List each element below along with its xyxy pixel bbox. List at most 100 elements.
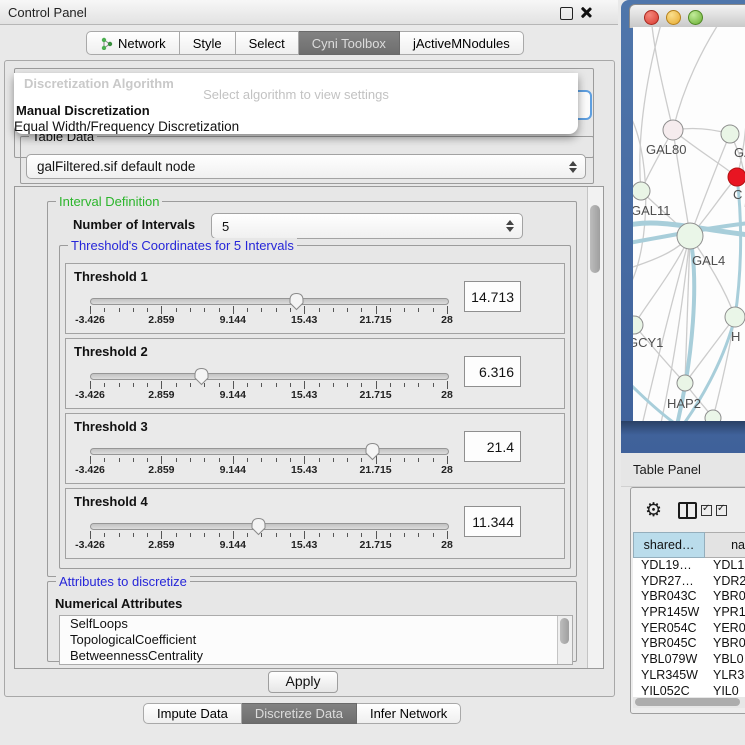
slider-tick — [90, 306, 91, 314]
table-body[interactable]: YDL19…YDL1YDR27…YDR2YBR043CYBR0YPR145WYP… — [633, 558, 745, 697]
column-header-name[interactable]: na — [705, 532, 745, 558]
slider-tick — [433, 383, 434, 387]
slider-tick-label: 15.43 — [291, 464, 317, 476]
gear-icon[interactable]: ⚙ — [645, 499, 662, 521]
network-node[interactable] — [705, 410, 721, 421]
slider-tick — [219, 308, 220, 312]
table-row[interactable]: YBR043CYBR0 — [633, 589, 745, 605]
slider-tick — [247, 383, 248, 387]
slider-tick — [304, 456, 305, 464]
settings-scrollbar[interactable] — [587, 187, 603, 668]
network-node[interactable] — [721, 125, 739, 143]
slider-tick — [219, 533, 220, 537]
slider-tick — [233, 306, 234, 314]
slider-tick — [390, 308, 391, 312]
checkbox-icon[interactable] — [716, 505, 727, 516]
table-row[interactable]: YBL079WYBL0 — [633, 652, 745, 668]
slider-thumb[interactable] — [250, 517, 267, 536]
network-node[interactable] — [633, 182, 650, 200]
network-node[interactable] — [728, 168, 745, 186]
slider-tick — [147, 308, 148, 312]
threshold-value-box[interactable]: 11.344 — [464, 506, 521, 537]
table-row[interactable]: YER054CYER0 — [633, 621, 745, 637]
apply-button[interactable]: Apply — [268, 671, 338, 693]
network-node[interactable] — [633, 316, 643, 334]
table-data-combobox[interactable]: galFiltered.sif default node — [26, 154, 586, 179]
dropdown-option-equal-width[interactable]: Equal Width/Frequency Discretization — [14, 119, 239, 134]
slider-tick — [390, 458, 391, 462]
threshold-value-box[interactable]: 14.713 — [464, 281, 521, 312]
threshold-value-box[interactable]: 21.4 — [464, 431, 521, 462]
slider-tick — [276, 533, 277, 537]
table-row[interactable]: YPR145WYPR1 — [633, 605, 745, 621]
slider-tick — [290, 383, 291, 387]
slider-tick — [204, 458, 205, 462]
slider-tick — [376, 381, 377, 389]
attribute-item[interactable]: SelfLoops — [70, 616, 572, 632]
slider-tick — [233, 531, 234, 539]
slider-tick — [333, 308, 334, 312]
slider-tick — [319, 458, 320, 462]
network-node[interactable] — [725, 307, 745, 327]
slider-tick-label: -3.426 — [75, 539, 105, 551]
tab-jactivemnodules[interactable]: jActiveMNodules — [400, 31, 524, 55]
tab-impute-data[interactable]: Impute Data — [143, 703, 242, 724]
attributes-scrollbar[interactable] — [557, 616, 572, 664]
combo-stepper-icon — [568, 161, 577, 173]
slider-track[interactable] — [90, 448, 449, 455]
slider-tick — [404, 533, 405, 537]
attribute-item[interactable]: BetweennessCentrality — [70, 648, 572, 664]
mac-minimize-icon[interactable] — [666, 10, 681, 25]
slider-thumb[interactable] — [364, 442, 381, 461]
slider-tick — [276, 308, 277, 312]
number-of-intervals-combobox[interactable]: 5 — [211, 213, 523, 239]
slider-tick — [404, 383, 405, 387]
mac-close-icon[interactable] — [644, 10, 659, 25]
slider-tick-label: 21.715 — [360, 539, 392, 551]
table-row[interactable]: YDR27…YDR2 — [633, 574, 745, 590]
table-row[interactable]: YDL19…YDL1 — [633, 558, 745, 574]
slider-tick-label: -3.426 — [75, 389, 105, 401]
slider-tick-label: 21.715 — [360, 389, 392, 401]
attribute-item[interactable]: TopologicalCoefficient — [70, 632, 572, 648]
slider-tick — [133, 308, 134, 312]
tab-style[interactable]: Style — [180, 31, 236, 55]
tab-select[interactable]: Select — [236, 31, 299, 55]
dropdown-option-manual[interactable]: Manual Discretization — [16, 103, 150, 118]
column-header-shared-name[interactable]: shared… — [633, 532, 705, 558]
table-row[interactable]: YIL052CYIL0 — [633, 684, 745, 698]
slider-thumb[interactable] — [288, 292, 305, 311]
checkbox-icon[interactable] — [701, 505, 712, 516]
float-window-icon[interactable] — [560, 7, 573, 20]
table-row[interactable]: YLR345WYLR3 — [633, 668, 745, 684]
slider-tick — [447, 306, 448, 314]
numerical-attributes-list[interactable]: SelfLoopsTopologicalCoefficientBetweenne… — [59, 615, 573, 665]
table-hscrollbar[interactable] — [633, 697, 745, 708]
tab-cyni-toolbox[interactable]: Cyni Toolbox — [299, 31, 400, 55]
network-node[interactable] — [677, 223, 703, 249]
network-canvas[interactable]: GAL80GACGAL11GAL4GCY1HHAP2 — [633, 27, 745, 421]
slider-track[interactable] — [90, 523, 449, 530]
network-node[interactable] — [677, 375, 693, 391]
table-row[interactable]: YBR045CYBR0 — [633, 636, 745, 652]
threshold-value-box[interactable]: 6.316 — [464, 356, 521, 387]
slider-tick — [347, 533, 348, 537]
close-icon[interactable] — [580, 7, 591, 18]
settings-scrollbar-thumb[interactable] — [590, 205, 600, 273]
top-tab-bar: NetworkStyleSelectCyni ToolboxjActiveMNo… — [86, 31, 524, 55]
slider-tick-label: 28 — [441, 389, 453, 401]
tab-infer-network[interactable]: Infer Network — [357, 703, 461, 724]
tab-network[interactable]: Network — [86, 31, 180, 55]
attributes-scrollbar-thumb[interactable] — [560, 618, 569, 644]
mac-zoom-icon[interactable] — [688, 10, 703, 25]
tab-discretize-data[interactable]: Discretize Data — [242, 703, 357, 724]
network-node-label: HAP2 — [667, 396, 701, 411]
slider-track[interactable] — [90, 298, 449, 305]
table-hscrollbar-thumb[interactable] — [635, 698, 740, 706]
slider-tick — [304, 381, 305, 389]
slider-tick — [90, 456, 91, 464]
slider-thumb[interactable] — [193, 367, 210, 386]
columns-icon[interactable] — [678, 502, 697, 519]
slider-track[interactable] — [90, 373, 449, 380]
network-node[interactable] — [663, 120, 683, 140]
